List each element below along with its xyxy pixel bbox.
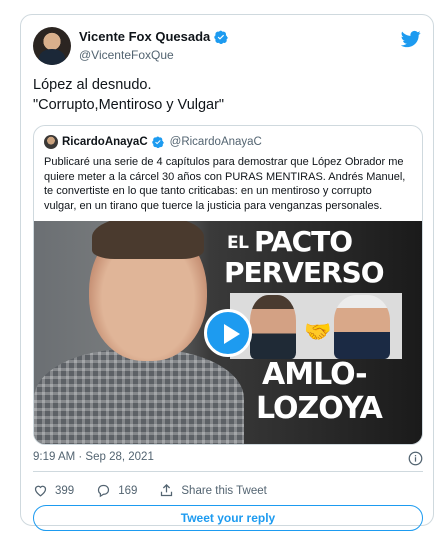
quoted-line: quiere meter a la cárcel 30 años con PUR… — [44, 170, 406, 183]
video-title-lozoya: LOZOYA — [256, 391, 383, 426]
quoted-line: Publicaré una serie de 4 capítulos para … — [44, 156, 404, 168]
video-inset-person-left — [250, 295, 296, 359]
author-name-row: Vicente Fox Quesada — [79, 29, 229, 44]
video-person-hair — [92, 221, 204, 259]
reply-icon — [98, 484, 110, 498]
tweet-card: Vicente Fox Quesada @VicenteFoxQue López… — [20, 14, 434, 531]
tweet-line: López al desnudo. — [33, 77, 152, 93]
quoted-avatar — [44, 135, 58, 149]
video-title-pacto: PACTO — [254, 225, 353, 258]
video-thumbnail[interactable]: EL PACTO PERVERSO 🤝 AMLO- LOZOYA — [34, 221, 422, 444]
quoted-text: Publicaré una serie de 4 capítulos para … — [44, 155, 416, 213]
tweet-line: "Corrupto,Mentiroso y Vulgar" — [33, 97, 225, 113]
quoted-header: RicardoAnayaC @RicardoAnayaC — [44, 135, 262, 149]
handshake-icon: 🤝 — [304, 319, 332, 344]
share-action[interactable]: Share this Tweet — [159, 483, 267, 498]
heart-icon — [34, 485, 47, 497]
tweet-header: Vicente Fox Quesada @VicenteFoxQue — [33, 27, 423, 77]
reply-action[interactable]: 169 — [96, 483, 137, 498]
video-inset-person-right — [334, 295, 390, 359]
tweet-text: López al desnudo. "Corrupto,Mentiroso y … — [33, 75, 423, 115]
author-avatar[interactable] — [33, 27, 71, 65]
video-title-perverso: PERVERSO — [224, 256, 385, 289]
tweet-meta: 9:19 AM · Sep 28, 2021 — [33, 451, 423, 467]
share-icon — [161, 483, 173, 497]
quoted-line: te convertiste en lo que tanto criticaba… — [44, 185, 372, 197]
info-icon[interactable] — [408, 451, 423, 466]
play-button[interactable] — [204, 309, 252, 357]
twitter-bird-icon[interactable] — [401, 29, 421, 49]
quoted-line: vulgar, en un tirano que tuerce la justi… — [44, 199, 383, 212]
tweet-your-reply-button[interactable]: Tweet your reply — [33, 505, 423, 531]
verified-badge-icon — [214, 30, 229, 44]
author-handle[interactable]: @VicenteFoxQue — [79, 48, 174, 62]
quoted-author-name: RicardoAnayaC — [62, 136, 148, 148]
reply-count: 169 — [118, 484, 138, 497]
quoted-author-handle: @RicardoAnayaC — [169, 136, 262, 148]
video-title-amlo: AMLO- — [262, 357, 368, 392]
video-person-shirt — [34, 349, 244, 444]
like-count: 399 — [55, 484, 75, 497]
timestamp[interactable]: 9:19 AM · Sep 28, 2021 — [33, 451, 154, 463]
divider — [33, 471, 423, 472]
video-title-el: EL — [227, 233, 249, 253]
tweet-actions: 399 169 Share this Tweet — [33, 483, 289, 498]
like-action[interactable]: 399 — [33, 483, 74, 498]
author-name[interactable]: Vicente Fox Quesada — [79, 29, 210, 44]
quoted-tweet[interactable]: RicardoAnayaC @RicardoAnayaC Publicaré u… — [33, 125, 423, 445]
verified-badge-icon — [151, 136, 164, 148]
share-label: Share this Tweet — [181, 484, 267, 497]
